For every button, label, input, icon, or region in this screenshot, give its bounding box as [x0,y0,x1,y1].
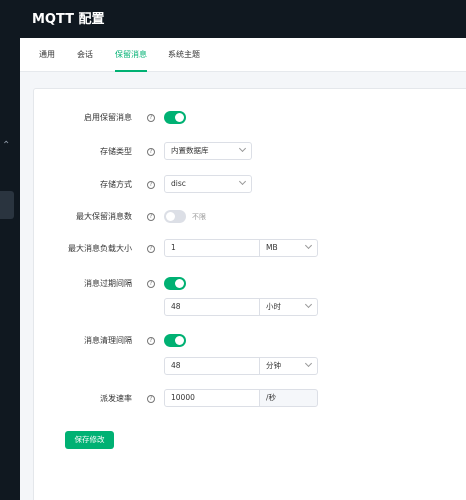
chevron-down-icon [238,144,247,153]
chevron-down-icon [304,300,313,309]
chevron-up-icon[interactable]: ⌃ [2,141,10,151]
tab-session[interactable]: 会话 [77,38,93,72]
storage-method-value: disc [171,179,186,188]
tab-retained-messages[interactable]: 保留消息 [115,38,147,72]
dispatch-rate-value: 10000 [171,393,195,402]
question-circle-icon[interactable]: ? [147,213,155,221]
clean-interval-label: 消息清理间隔 [84,336,132,345]
question-circle-icon[interactable]: ? [147,148,155,156]
chevron-down-icon [304,241,313,250]
row-max-payload: 最大消息负载大小 ? 1 MB [34,239,466,259]
dispatch-rate-input[interactable]: 10000 [164,389,260,407]
row-storage-type: 存储类型 ? 内置数据库 [34,142,466,162]
enable-retain-label: 启用保留消息 [84,113,132,122]
max-payload-label: 最大消息负载大小 [68,244,132,253]
question-circle-icon[interactable]: ? [147,395,155,403]
tab-bar: 通用 会话 保留消息 系统主题 [20,38,466,72]
question-circle-icon[interactable]: ? [147,114,155,122]
row-expiry-interval-value: 48 小时 [34,298,466,318]
max-retained-unlimited-text: 不限 [192,213,206,221]
tab-system-topics[interactable]: 系统主题 [168,38,200,72]
expiry-interval-label: 消息过期间隔 [84,279,132,288]
question-circle-icon[interactable]: ? [147,181,155,189]
max-payload-unit-select[interactable]: MB [259,239,318,257]
storage-type-select[interactable]: 内置数据库 [164,142,252,160]
storage-type-label: 存储类型 [100,147,132,156]
row-clean-interval: 消息清理间隔 ? [34,331,466,351]
question-circle-icon[interactable]: ? [147,337,155,345]
chevron-down-icon [238,177,247,186]
retain-settings-card: 启用保留消息 ? 存储类型 ? 内置数据库 存储方式 ? disc 最大保留消息… [33,88,466,500]
chevron-down-icon [304,359,313,368]
max-payload-unit: MB [266,243,278,252]
main-content: 通用 会话 保留消息 系统主题 启用保留消息 ? 存储类型 ? 内置数据库 存储… [20,38,466,500]
expiry-interval-unit-select[interactable]: 小时 [259,298,318,316]
sidebar-active-item[interactable] [0,191,14,219]
row-dispatch-rate: 派发速率 ? 10000 /秒 [34,389,466,409]
save-button[interactable]: 保存修改 [65,431,114,449]
enable-retain-switch[interactable] [164,111,186,124]
expiry-interval-unit: 小时 [266,302,281,311]
row-clean-interval-value: 48 分钟 [34,357,466,377]
row-enable-retain: 启用保留消息 ? [34,108,466,128]
storage-type-value: 内置数据库 [171,146,209,155]
expiry-interval-input[interactable]: 48 [164,298,260,316]
dispatch-rate-unit-box: /秒 [259,389,318,407]
storage-method-label: 存储方式 [100,180,132,189]
max-payload-value: 1 [171,243,176,252]
question-circle-icon[interactable]: ? [147,280,155,288]
clean-interval-unit: 分钟 [266,361,281,370]
clean-interval-value: 48 [171,361,181,370]
max-retained-label: 最大保留消息数 [76,212,132,221]
max-payload-input[interactable]: 1 [164,239,260,257]
tab-general[interactable]: 通用 [39,38,55,72]
clean-interval-input[interactable]: 48 [164,357,260,375]
row-max-retained: 最大保留消息数 ? 不限 [34,207,466,227]
question-circle-icon[interactable]: ? [147,245,155,253]
row-storage-method: 存储方式 ? disc [34,175,466,195]
dispatch-rate-unit: /秒 [266,393,277,402]
storage-method-select[interactable]: disc [164,175,252,193]
clean-interval-unit-select[interactable]: 分钟 [259,357,318,375]
max-retained-switch[interactable] [164,210,186,223]
sidebar: ⌃ [0,0,20,500]
header: MQTT 配置 [20,0,466,38]
expiry-interval-switch[interactable] [164,277,186,290]
expiry-interval-value: 48 [171,302,181,311]
dispatch-rate-label: 派发速率 [100,394,132,403]
page-title: MQTT 配置 [32,12,105,27]
row-expiry-interval: 消息过期间隔 ? [34,274,466,294]
clean-interval-switch[interactable] [164,334,186,347]
